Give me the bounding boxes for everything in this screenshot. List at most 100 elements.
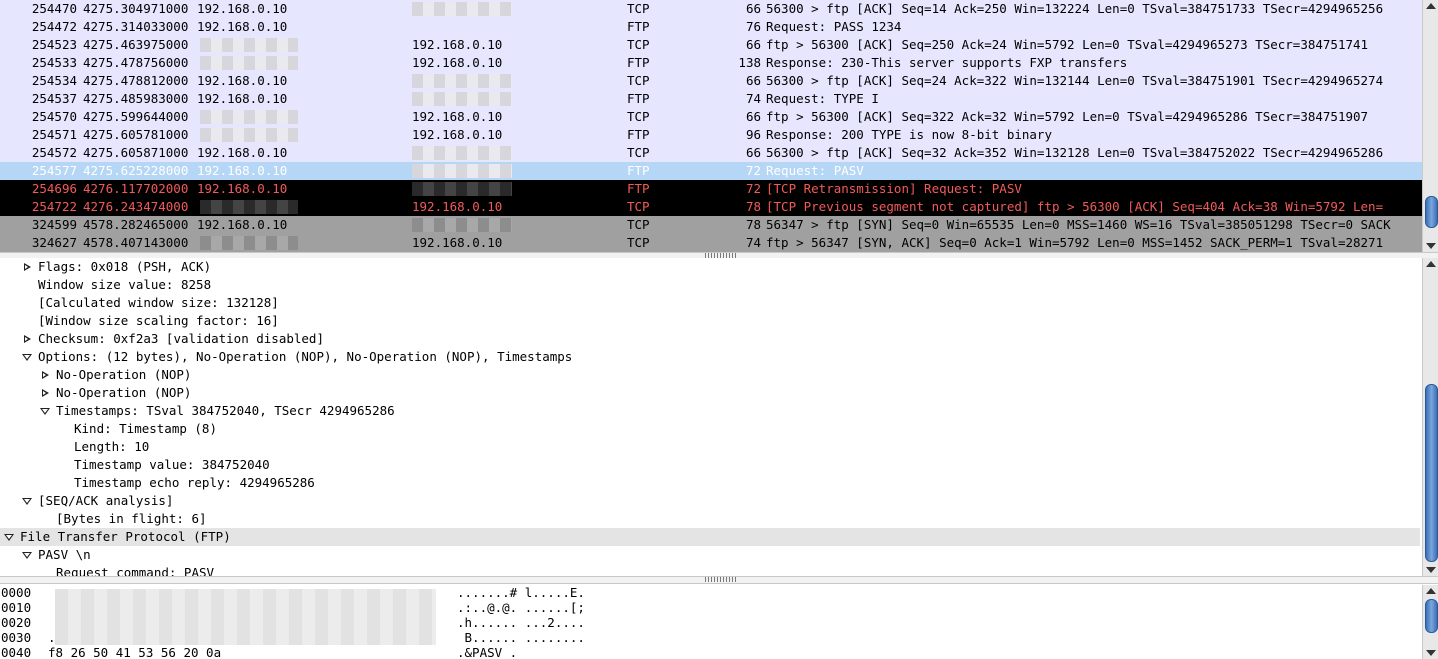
packet-number: 254722: [31, 199, 77, 214]
tree-item[interactable]: Timestamps: TSval 384752040, TSecr 42949…: [0, 402, 1420, 420]
collapsed-triangle-icon[interactable]: [24, 263, 31, 271]
tree-item[interactable]: [Window size scaling factor: 16]: [0, 312, 1420, 330]
packet-list-scroll-thumb[interactable]: [1425, 196, 1438, 228]
scroll-down-arrow-icon[interactable]: [1426, 650, 1436, 656]
packet-time: 4276.117702000: [83, 181, 189, 196]
expanded-triangle-icon[interactable]: [22, 354, 32, 361]
expanded-triangle-icon[interactable]: [22, 552, 32, 559]
redacted-address: [412, 218, 512, 232]
packet-list[interactable]: 254470 4275.304971000 192.168.0.10 TCP 66 563…: [0, 0, 1422, 252]
packet-info: Response: 200 TYPE is now 8-bit binary: [766, 127, 1052, 142]
hex-ascii: B...... ........: [457, 630, 585, 645]
packet-protocol: TCP: [627, 217, 650, 232]
packet-row[interactable]: 254534 4275.478812000 192.168.0.10 TCP 66 563…: [0, 72, 1422, 90]
tree-item[interactable]: [SEQ/ACK analysis]: [0, 492, 1420, 510]
packet-details-tree[interactable]: Flags: 0x018 (PSH, ACK) Window size value…: [0, 258, 1422, 576]
scroll-down-arrow-icon[interactable]: [1426, 243, 1436, 249]
packet-number: 254534: [31, 73, 77, 88]
packet-length: 138: [738, 55, 761, 70]
expanded-triangle-icon[interactable]: [40, 408, 50, 415]
redacted-address: [412, 92, 512, 106]
tree-item[interactable]: Flags: 0x018 (PSH, ACK): [0, 258, 1420, 276]
scroll-up-arrow-icon[interactable]: [1426, 588, 1436, 594]
packet-row[interactable]: 254722 4276.243474000 192.168.0.10 TCP 78 [TC…: [0, 198, 1422, 216]
packet-list-scrollbar[interactable]: [1422, 0, 1438, 252]
tree-item[interactable]: Checksum: 0xf2a3 [validation disabled]: [0, 330, 1420, 348]
pane-splitter-bottom[interactable]: [0, 576, 1438, 584]
scroll-up-arrow-icon[interactable]: [1426, 261, 1436, 267]
packet-row[interactable]: 254537 4275.485983000 192.168.0.10 FTP 74 Req…: [0, 90, 1422, 108]
details-scroll-thumb[interactable]: [1425, 384, 1438, 562]
packet-bytes-pane[interactable]: 0000 .......# l.....E. 0010 .:..@.@. ......…: [0, 585, 1422, 659]
packet-protocol: FTP: [627, 19, 650, 34]
packet-source: 192.168.0.10: [197, 163, 288, 178]
tree-item-label: [SEQ/ACK analysis]: [38, 493, 174, 508]
packet-source: 192.168.0.10: [197, 19, 288, 34]
packet-protocol: FTP: [627, 91, 650, 106]
tree-item-label: No-Operation (NOP): [56, 367, 192, 382]
packet-row[interactable]: 254523 4275.463975000 192.168.0.10 TCP 66 ftp…: [0, 36, 1422, 54]
packet-row[interactable]: 254470 4275.304971000 192.168.0.10 TCP 66 563…: [0, 0, 1422, 18]
packet-length: 66: [745, 73, 761, 88]
collapsed-triangle-icon[interactable]: [42, 389, 49, 397]
tree-item[interactable]: Options: (12 bytes), No-Operation (NOP),…: [0, 348, 1420, 366]
packet-time: 4275.478812000: [83, 73, 189, 88]
packet-source: 192.168.0.10: [197, 73, 288, 88]
tree-item[interactable]: Window size value: 8258: [0, 276, 1420, 294]
packet-time: 4275.625228000: [83, 163, 189, 178]
tree-item-label: PASV \n: [38, 547, 91, 562]
packet-row[interactable]: 254571 4275.605781000 192.168.0.10 FTP 96 Res…: [0, 126, 1422, 144]
tree-item[interactable]: [Bytes in flight: 6]: [0, 510, 1420, 528]
packet-number: 254470: [31, 1, 77, 16]
bytes-scroll-thumb[interactable]: [1425, 599, 1438, 633]
packet-row[interactable]: 254572 4275.605871000 192.168.0.10 TCP 66 563…: [0, 144, 1422, 162]
packet-protocol: TCP: [627, 109, 650, 124]
packet-info: [TCP Retransmission] Request: PASV: [766, 181, 1022, 196]
packet-row[interactable]: 324627 4578.407143000 192.168.0.10 TCP 74 ftp…: [0, 234, 1422, 252]
packet-destination: 192.168.0.10: [412, 127, 503, 142]
tree-item[interactable]: Request command: PASV: [0, 564, 1420, 576]
packet-time: 4275.463975000: [83, 37, 189, 52]
details-scrollbar[interactable]: [1422, 258, 1438, 576]
collapsed-triangle-icon[interactable]: [24, 335, 31, 343]
bytes-scrollbar[interactable]: [1422, 585, 1438, 659]
tree-item[interactable]: File Transfer Protocol (FTP): [0, 528, 1420, 546]
tree-item[interactable]: [Calculated window size: 132128]: [0, 294, 1420, 312]
packet-row[interactable]: 254696 4276.117702000 192.168.0.10 FTP 72 [TC…: [0, 180, 1422, 198]
packet-number: 254472: [31, 19, 77, 34]
tree-item[interactable]: Timestamp value: 384752040: [0, 456, 1420, 474]
tree-item[interactable]: Length: 10: [0, 438, 1420, 456]
packet-row[interactable]: 254533 4275.478756000 192.168.0.10 FTP 138 Re…: [0, 54, 1422, 72]
packet-info: 56300 > ftp [ACK] Seq=24 Ack=322 Win=132…: [766, 73, 1384, 88]
redacted-address: [412, 74, 512, 88]
redacted-address: [200, 56, 298, 70]
packet-protocol: FTP: [627, 163, 650, 178]
expanded-triangle-icon[interactable]: [22, 498, 32, 505]
packet-length: 78: [745, 199, 761, 214]
tree-item-label: [Calculated window size: 132128]: [38, 295, 279, 310]
packet-time: 4275.605781000: [83, 127, 189, 142]
tree-item[interactable]: PASV \n: [0, 546, 1420, 564]
packet-row[interactable]: 254570 4275.599644000 192.168.0.10 TCP 66 ftp…: [0, 108, 1422, 126]
expanded-triangle-icon[interactable]: [4, 534, 14, 541]
tree-item[interactable]: Kind: Timestamp (8): [0, 420, 1420, 438]
packet-row[interactable]: 254472 4275.314033000 192.168.0.10 FTP 76 Req…: [0, 18, 1422, 36]
tree-item[interactable]: No-Operation (NOP): [0, 384, 1420, 402]
packet-length: 74: [745, 235, 761, 250]
packet-number: 254572: [31, 145, 77, 160]
hex-bytes: f8 26 50 41 53 56 20 0a: [48, 645, 222, 659]
tree-item-label: Timestamps: TSval 384752040, TSecr 42949…: [56, 403, 395, 418]
scroll-down-arrow-icon[interactable]: [1426, 567, 1436, 573]
packet-row[interactable]: 254577 4275.625228000 192.168.0.10 FTP 72 Req…: [0, 162, 1422, 180]
tree-item[interactable]: Timestamp echo reply: 4294965286: [0, 474, 1420, 492]
packet-source: 192.168.0.10: [197, 181, 288, 196]
scroll-up-arrow-icon[interactable]: [1426, 3, 1436, 9]
tree-item-label: Checksum: 0xf2a3 [validation disabled]: [38, 331, 324, 346]
packet-destination: 192.168.0.10: [412, 37, 503, 52]
hex-offset: 0030: [1, 630, 32, 645]
packet-row[interactable]: 324599 4578.282465000 192.168.0.10 TCP 78 563…: [0, 216, 1422, 234]
tree-item[interactable]: No-Operation (NOP): [0, 366, 1420, 384]
packet-destination: 192.168.0.10: [412, 55, 503, 70]
packet-time: 4275.605871000: [83, 145, 189, 160]
collapsed-triangle-icon[interactable]: [42, 371, 49, 379]
